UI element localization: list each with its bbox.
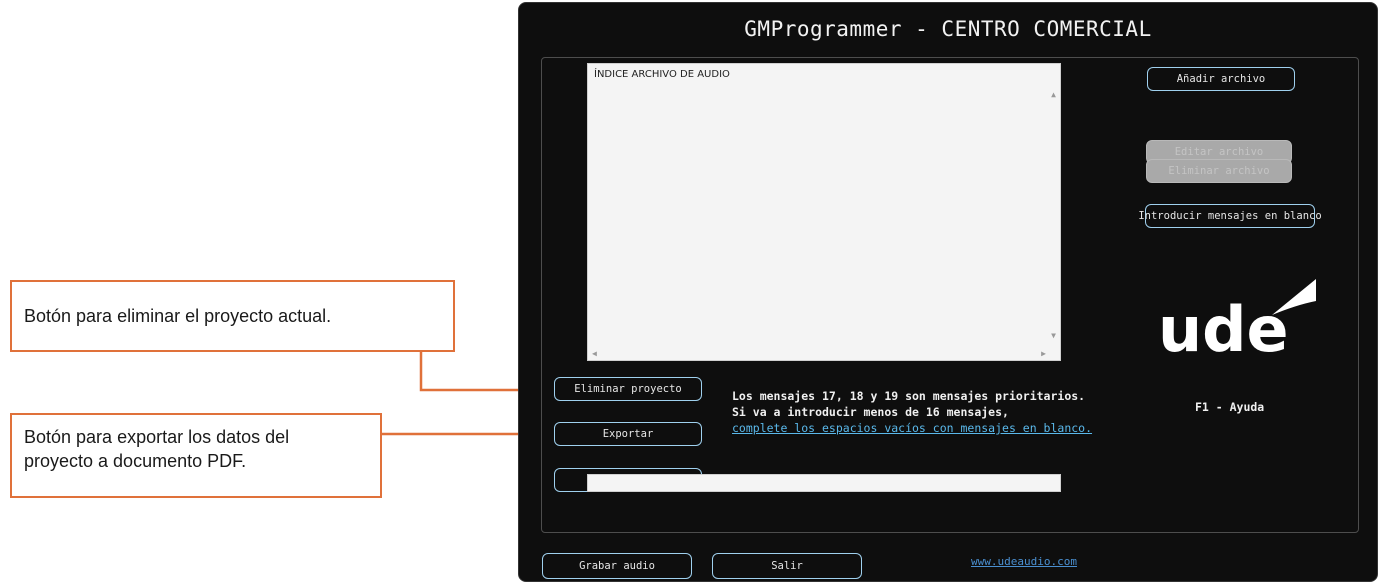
delete-project-button[interactable]: Eliminar proyecto xyxy=(554,377,702,401)
audio-file-list[interactable]: ÍNDICE ARCHIVO DE AUDIO ▲ ▼ ◀ ▶ xyxy=(587,63,1061,361)
notice-line-3: complete los espacios vacíos con mensaje… xyxy=(732,421,1093,435)
progress-bar xyxy=(587,474,1061,492)
annotation-export-line-1: Botón para exportar los datos del xyxy=(24,427,290,447)
exit-button[interactable]: Salir xyxy=(712,553,862,579)
delete-file-button[interactable]: Eliminar archivo xyxy=(1146,159,1292,183)
annotation-delete-project-text: Botón para eliminar el proyecto actual. xyxy=(24,305,332,326)
insert-blank-messages-button[interactable]: Introducir mensajes en blanco xyxy=(1138,204,1322,228)
export-button[interactable]: Exportar xyxy=(554,422,702,446)
scroll-down-icon[interactable]: ▼ xyxy=(1051,331,1056,340)
app-title: GMProgrammer - CENTRO COMERCIAL xyxy=(744,17,1152,41)
ude-logo-text: ude xyxy=(1158,293,1289,357)
scroll-left-icon[interactable]: ◀ xyxy=(592,349,597,358)
annotation-delete-project: Botón para eliminar el proyecto actual. xyxy=(10,280,455,352)
annotation-export: Botón para exportar los datos del proyec… xyxy=(10,413,382,498)
notice-line-1: Los mensajes 17, 18 y 19 son mensajes pr… xyxy=(732,389,1086,403)
app-window: GMProgrammer - CENTRO COMERCIAL ÍNDICE A… xyxy=(518,2,1378,582)
priority-messages-notice: Los mensajes 17, 18 y 19 son mensajes pr… xyxy=(732,388,1092,436)
scroll-right-icon[interactable]: ▶ xyxy=(1041,349,1046,358)
annotation-export-line-2: proyecto a documento PDF. xyxy=(24,451,247,471)
website-link[interactable]: www.udeaudio.com xyxy=(971,555,1077,568)
scroll-up-icon[interactable]: ▲ xyxy=(1051,90,1056,99)
ude-logo: ude xyxy=(1158,279,1316,357)
record-audio-button[interactable]: Grabar audio xyxy=(542,553,692,579)
audio-list-header: ÍNDICE ARCHIVO DE AUDIO xyxy=(594,69,730,80)
add-file-button[interactable]: Añadir archivo xyxy=(1147,67,1295,91)
notice-line-2: Si va a introducir menos de 16 mensajes, xyxy=(732,405,1009,419)
help-hint: F1 - Ayuda xyxy=(1195,400,1265,414)
